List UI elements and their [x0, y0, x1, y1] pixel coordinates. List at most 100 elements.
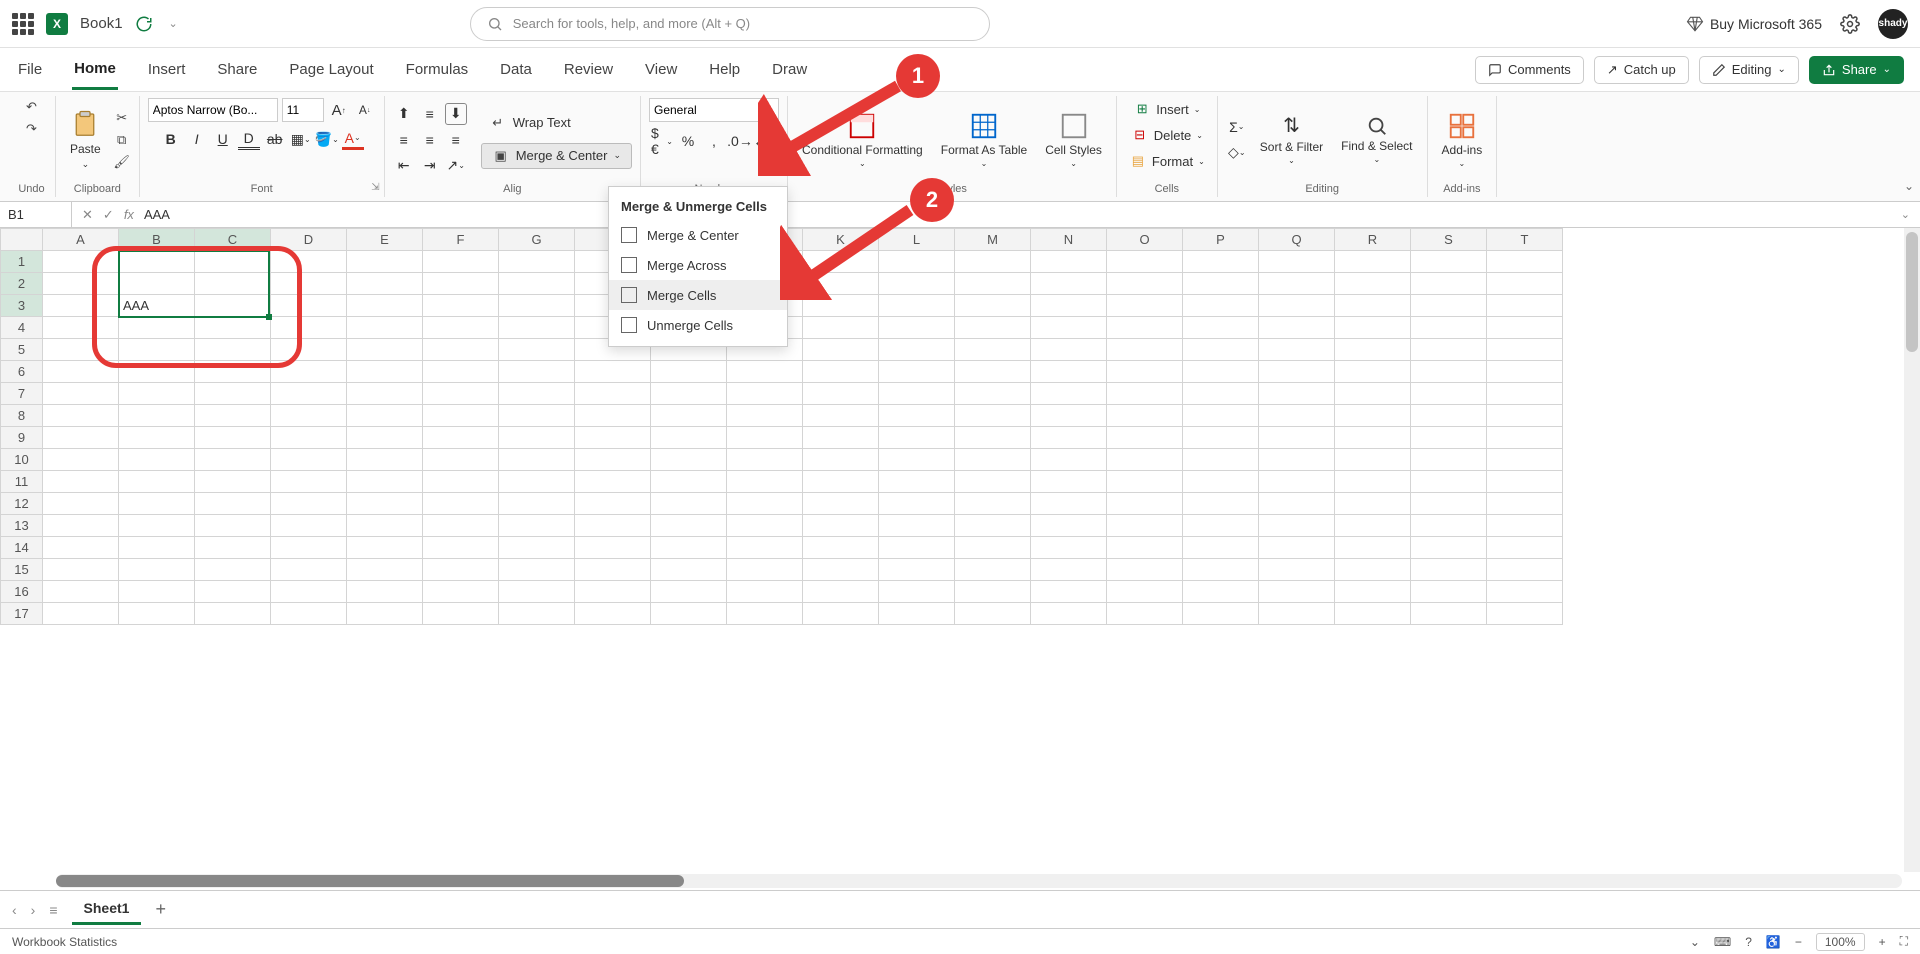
cell[interactable] [575, 361, 651, 383]
cell[interactable] [347, 603, 423, 625]
cell[interactable] [1031, 295, 1107, 317]
cell[interactable] [1335, 339, 1411, 361]
align-right-button[interactable]: ≡ [445, 129, 467, 151]
selection-handle[interactable] [266, 314, 272, 320]
cell[interactable] [727, 537, 803, 559]
row-header[interactable]: 5 [1, 339, 43, 361]
cell[interactable] [1031, 537, 1107, 559]
zoom-out-button[interactable]: − [1795, 935, 1802, 949]
cell[interactable] [271, 493, 347, 515]
cell[interactable] [195, 295, 271, 317]
cell[interactable] [803, 383, 879, 405]
row-header[interactable]: 16 [1, 581, 43, 603]
share-button[interactable]: Share⌄ [1809, 56, 1904, 84]
cell[interactable] [1259, 251, 1335, 273]
cell[interactable] [727, 559, 803, 581]
tab-view[interactable]: View [643, 51, 679, 88]
unmerge-cells-item[interactable]: Unmerge Cells [609, 310, 787, 340]
cell[interactable] [43, 537, 119, 559]
cell[interactable] [879, 603, 955, 625]
cell[interactable] [119, 581, 195, 603]
align-bottom-button[interactable]: ⬇ [445, 103, 467, 125]
cell[interactable] [43, 361, 119, 383]
cell[interactable] [347, 493, 423, 515]
cell[interactable] [1335, 317, 1411, 339]
cell[interactable] [499, 339, 575, 361]
cell[interactable] [1335, 471, 1411, 493]
cell[interactable] [1107, 361, 1183, 383]
cell[interactable] [1031, 427, 1107, 449]
expand-formula-bar-button[interactable]: ⌄ [1891, 208, 1920, 221]
cell[interactable] [499, 471, 575, 493]
cell[interactable] [879, 515, 955, 537]
cell[interactable] [1259, 537, 1335, 559]
user-avatar[interactable]: shady [1878, 9, 1908, 39]
cell[interactable] [423, 449, 499, 471]
cell[interactable] [955, 251, 1031, 273]
editing-mode-button[interactable]: Editing⌄ [1699, 56, 1799, 84]
cell[interactable] [1259, 427, 1335, 449]
row-header[interactable]: 6 [1, 361, 43, 383]
cell[interactable] [423, 471, 499, 493]
cell[interactable] [575, 559, 651, 581]
all-sheets-button[interactable]: ≡ [49, 902, 57, 918]
cell[interactable] [499, 449, 575, 471]
cell[interactable] [575, 603, 651, 625]
cell[interactable] [1411, 339, 1487, 361]
cell[interactable] [195, 361, 271, 383]
row-header[interactable]: 12 [1, 493, 43, 515]
cell[interactable] [195, 515, 271, 537]
align-top-button[interactable]: ⬆ [393, 103, 415, 125]
cell[interactable] [43, 603, 119, 625]
cell[interactable] [1335, 273, 1411, 295]
cell[interactable] [271, 515, 347, 537]
cell[interactable] [1411, 559, 1487, 581]
cell[interactable] [347, 427, 423, 449]
cell[interactable] [119, 603, 195, 625]
row-header[interactable]: 9 [1, 427, 43, 449]
paste-button[interactable]: Paste ⌄ [64, 105, 107, 174]
cell[interactable] [1107, 449, 1183, 471]
cell[interactable] [879, 317, 955, 339]
cell[interactable] [1411, 405, 1487, 427]
cell[interactable] [1183, 603, 1259, 625]
cell[interactable] [803, 537, 879, 559]
cell[interactable] [651, 471, 727, 493]
cell[interactable] [499, 581, 575, 603]
cell[interactable] [879, 581, 955, 603]
cell[interactable] [499, 405, 575, 427]
zoom-in-button[interactable]: + [1879, 935, 1886, 949]
cell[interactable] [1335, 295, 1411, 317]
cell[interactable] [1183, 339, 1259, 361]
cell[interactable] [43, 515, 119, 537]
delete-cells-button[interactable]: ⊟Delete⌄ [1127, 124, 1207, 146]
cell[interactable] [423, 405, 499, 427]
cell[interactable] [43, 317, 119, 339]
format-cells-button[interactable]: ▤Format⌄ [1125, 150, 1209, 172]
tab-page-layout[interactable]: Page Layout [287, 51, 375, 88]
cell[interactable] [271, 603, 347, 625]
tab-home[interactable]: Home [72, 50, 118, 90]
column-header[interactable]: P [1183, 229, 1259, 251]
cell[interactable] [651, 559, 727, 581]
cell[interactable] [955, 383, 1031, 405]
cell[interactable] [43, 427, 119, 449]
row-header[interactable]: 17 [1, 603, 43, 625]
clear-button[interactable]: ◇⌄ [1226, 142, 1248, 164]
cell[interactable] [499, 603, 575, 625]
column-header[interactable]: Q [1259, 229, 1335, 251]
cell[interactable] [119, 471, 195, 493]
row-header[interactable]: 2 [1, 273, 43, 295]
collapse-ribbon-button[interactable]: ⌄ [1904, 179, 1914, 193]
cell[interactable] [1107, 273, 1183, 295]
cell[interactable] [1411, 537, 1487, 559]
cell[interactable] [1411, 251, 1487, 273]
cell[interactable] [1107, 537, 1183, 559]
help-button[interactable]: ? [1745, 935, 1752, 949]
feedback-button[interactable]: ⌨ [1714, 935, 1731, 949]
underline-button[interactable]: U [212, 128, 234, 150]
cell[interactable] [195, 603, 271, 625]
cell[interactable] [727, 427, 803, 449]
double-underline-button[interactable]: D [238, 128, 260, 150]
cell[interactable] [1183, 515, 1259, 537]
